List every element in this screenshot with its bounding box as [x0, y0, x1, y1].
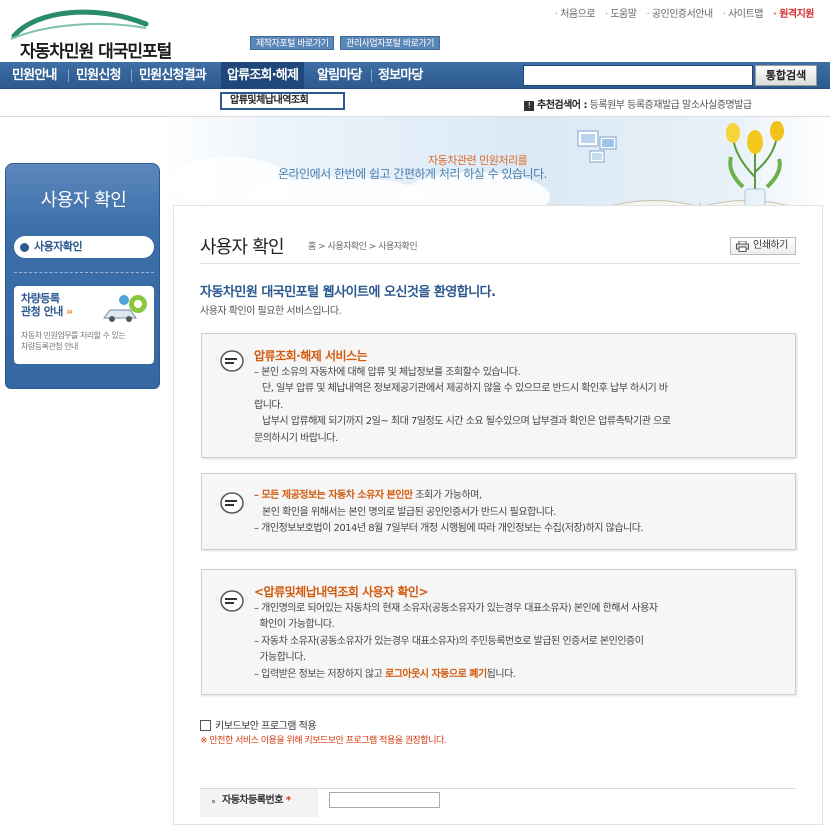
- bullet-icon: [20, 243, 29, 252]
- nav-notice[interactable]: 알림마당: [317, 62, 362, 89]
- photo-frames-icon: [577, 130, 617, 163]
- tulip-vase-icon: [726, 121, 784, 210]
- welcome-heading: 자동차민원 대국민포털 웹사이트에 오신것을 환영합니다.: [200, 285, 496, 300]
- car-gear-icon: [103, 295, 147, 322]
- promo-desc-line2: 차량등록관청 안내: [21, 342, 78, 351]
- promo-title-line2: 관청 안내: [21, 305, 63, 318]
- banner-text-2: 온라인에서 한번에 쉽고 간편하게 처리 하실 수 있습니다.: [278, 167, 547, 181]
- hand-pointer-icon: [220, 492, 244, 514]
- print-label: 인쇄하기: [753, 240, 788, 251]
- sidebar-title: 사용자 확인: [40, 190, 127, 211]
- search-button[interactable]: 통합검색: [755, 65, 817, 86]
- breadcrumb: 홈 > 사용자확인 > 사용자확인: [308, 242, 418, 252]
- nav-separator: [68, 69, 69, 82]
- top-banner: 자동차관련 민원처리를 온라인에서 한번에 쉽고 간편하게 처리 하실 수 있습…: [160, 117, 830, 212]
- registration-office-promo[interactable]: 차량등록 관청 안내 » 자동차 민원업무를 처리할 수 있는 차량등록관청 안…: [14, 286, 154, 364]
- notice-emphasis: 로그아웃시 자동으로 폐기: [385, 668, 487, 680]
- business-portal-link[interactable]: 관리사업자포털 바로가기: [340, 36, 440, 50]
- keyboard-security-option[interactable]: 키보드보안 프로그램 적용: [200, 717, 317, 732]
- notice-line: 본인 확인을 위해서는 본인 명의로 발급된 공인인증서가 반드시 필요합니다.: [254, 506, 556, 518]
- sidebar-item-user-check[interactable]: 사용자확인: [14, 236, 154, 258]
- submenu-seizure-arrears[interactable]: 압류및체납내역조회: [220, 92, 345, 110]
- manufacturer-portal-link[interactable]: 제작자포털 바로가기: [250, 36, 335, 50]
- notice-line: – 자동차 소유자(공동소유자가 있는경우 대표소유자)의 주민등록번호로 발급…: [254, 635, 644, 647]
- notice-line: 납부시 압류해제 되기까지 2일~ 최대 7일정도 시간 소요 될수있으며 납부…: [254, 416, 671, 427]
- notice-line: 가능합니다.: [254, 652, 306, 663]
- promo-desc-line1: 자동차 민원업무를 처리할 수 있는: [21, 331, 126, 340]
- notice-heading: <압류및체납내역조회 사용자 확인>: [254, 585, 429, 599]
- nav-seizure-inquiry[interactable]: 압류조회·해제: [221, 62, 305, 89]
- notice-line: – 개인정보보호법이 2014년 8월 7일부터 개정 시행됨에 따라 개인정보…: [254, 523, 644, 534]
- notice-text: – 모든 제공정보는 자동차 소유자 본인만 조회가 가능하며, 본인 확인을 …: [254, 488, 644, 538]
- keyboard-security-label: 키보드보안 프로그램 적용: [215, 721, 317, 732]
- remote-support-link[interactable]: 원격지원: [773, 5, 814, 20]
- notice-line: 확인이 가능합니다.: [254, 619, 335, 630]
- search-input[interactable]: [523, 65, 753, 86]
- notice-box-privacy: – 모든 제공정보는 자동차 소유자 본인만 조회가 가능하며, 본인 확인을 …: [201, 473, 796, 550]
- welcome-subtext: 사용자 확인이 필요한 서비스입니다.: [200, 306, 342, 317]
- promo-description: 자동차 민원업무를 처리할 수 있는 차량등록관청 안내: [21, 330, 151, 352]
- print-button[interactable]: 인쇄하기: [730, 237, 796, 255]
- notice-line: 문의하시기 바랍니다.: [254, 432, 338, 444]
- notice-line: – 입력받은 정보는 저장하지 않고 로그아웃시 자동으로 폐기됩니다.: [254, 667, 658, 684]
- vehicle-number-label: 자동차등록번호 *: [200, 789, 318, 817]
- nav-civil-guide[interactable]: 민원안내: [12, 62, 57, 89]
- nav-info[interactable]: 정보마당: [378, 62, 423, 89]
- notice-line: 단, 일부 압류 및 체납내역은 정보제공기관에서 제공하지 않을 수 있으므로…: [254, 383, 668, 394]
- certificate-guide-link[interactable]: 공인인증서안내: [646, 5, 713, 20]
- notice-line: 랍니다.: [254, 399, 283, 411]
- sidebar-divider: [14, 272, 154, 273]
- page-title: 사용자 확인: [200, 237, 285, 258]
- hand-pointer-icon: [220, 350, 244, 372]
- keyboard-security-warning: ※ 안전한 서비스 이용을 위해 키보드보안 프로그램 적용을 권장합니다.: [200, 736, 447, 746]
- vehicle-number-input[interactable]: [329, 792, 440, 808]
- notice-line-rest: 조회가 가능하며,: [412, 490, 482, 501]
- promo-title: 차량등록 관청 안내 »: [21, 292, 73, 318]
- required-mark: *: [285, 795, 291, 806]
- double-arrow-icon: »: [66, 305, 73, 318]
- nav-civil-result[interactable]: 민원신청결과: [139, 62, 207, 89]
- global-navigation: 민원안내 민원신청 민원신청결과 압류조회·해제 알림마당 정보마당 통합검색: [0, 62, 830, 89]
- form-label-text: 자동차등록번호: [222, 795, 283, 806]
- notice-line-part: 됩니다.: [486, 668, 516, 680]
- sitemap-link[interactable]: 사이트맵: [723, 5, 763, 20]
- title-divider: [200, 263, 800, 264]
- recommend-terms[interactable]: 등록원부 등록증재발급 말소사실증명발급: [590, 100, 752, 111]
- nav-separator: [371, 69, 372, 82]
- promo-title-line1: 차량등록: [21, 292, 60, 305]
- notice-line-part: – 입력받은 정보는 저장하지 않고: [254, 668, 385, 680]
- printer-icon: [736, 241, 749, 252]
- notice-text: 압류조회·해제 서비스는 – 본인 소유의 자동차에 대해 압류 및 체납정보를…: [254, 348, 671, 447]
- help-link[interactable]: 도움말: [605, 5, 637, 20]
- notice-line: – 모든 제공정보는 자동차 소유자 본인만 조회가 가능하며,: [254, 488, 643, 505]
- keyboard-security-checkbox[interactable]: [200, 720, 211, 731]
- sidebar-item-label: 사용자확인: [34, 240, 83, 253]
- logo-swoosh-icon: [10, 9, 149, 40]
- logo-text: 자동차민원 대국민포털: [20, 42, 172, 62]
- utility-links: 처음으로 도움말 공인인증서안내 사이트맵 원격지원: [555, 5, 814, 20]
- notice-box-seizure: 압류조회·해제 서비스는 – 본인 소유의 자동차에 대해 압류 및 체납정보를…: [201, 333, 796, 458]
- notice-box-user-check: <압류및체납내역조회 사용자 확인> – 개인명의로 되어있는 자동차의 현재 …: [201, 569, 796, 695]
- nav-separator: [131, 69, 132, 82]
- recommend-label: 추천검색어 :: [537, 100, 587, 111]
- home-link[interactable]: 처음으로: [555, 5, 595, 20]
- nav-civil-apply[interactable]: 민원신청: [76, 62, 121, 89]
- notice-line: – 본인 소유의 자동차에 대해 압류 및 체납정보를 조회할수 있습니다.: [254, 366, 521, 378]
- notice-line: – 개인명의로 되어있는 자동차의 현재 소유자(공동소유자가 있는경우 대표소…: [254, 602, 658, 614]
- exclamation-icon: !: [524, 101, 534, 111]
- left-sidebar: 사용자 확인 사용자확인 차량등록 관청 안내 » 자동차 민원업무를 처리할 …: [5, 163, 160, 389]
- notice-heading: 압류조회·해제 서비스는: [254, 349, 368, 363]
- recommended-keywords: ! 추천검색어 : 등록원부 등록증재발급 말소사실증명발급: [524, 96, 752, 111]
- notice-emphasis: – 모든 제공정보는 자동차 소유자 본인만: [254, 490, 413, 501]
- hand-pointer-icon: [220, 590, 244, 612]
- notice-text: <압류및체납내역조회 사용자 확인> – 개인명의로 되어있는 자동차의 현재 …: [254, 584, 658, 683]
- site-logo[interactable]: 자동차민원 대국민포털: [6, 6, 196, 62]
